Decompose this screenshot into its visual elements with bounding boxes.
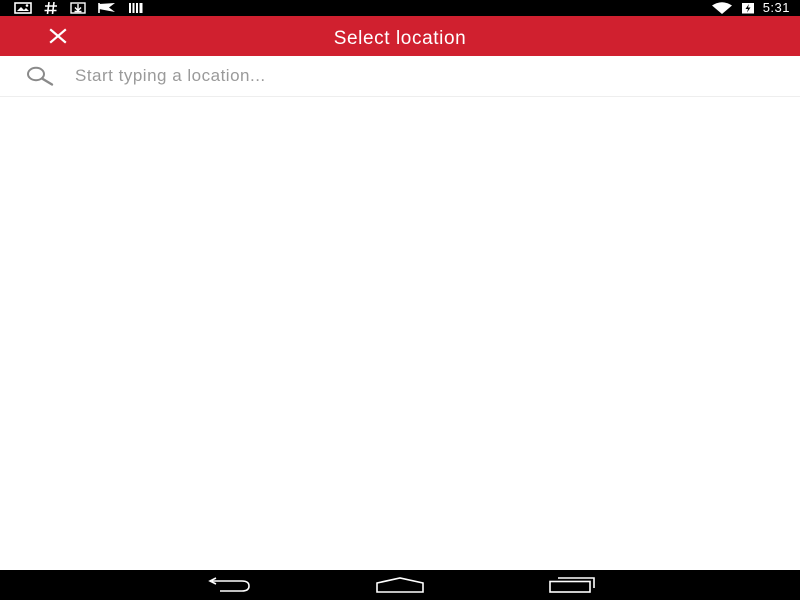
flag-notification-icon <box>98 3 115 13</box>
home-icon <box>376 577 424 593</box>
status-bar: 5:31 <box>0 0 800 16</box>
gallery-notification-icon <box>14 2 32 14</box>
battery-charging-icon <box>741 3 754 14</box>
search-bar <box>0 56 800 97</box>
page-title: Select location <box>333 28 467 49</box>
hash-notification-icon <box>44 2 57 14</box>
search-icon <box>27 66 54 86</box>
navigation-bar <box>0 570 800 600</box>
recents-button[interactable] <box>540 570 604 600</box>
download-notification-icon <box>70 2 86 14</box>
back-button[interactable] <box>196 570 260 600</box>
status-bar-notifications <box>14 0 144 16</box>
wifi-icon <box>711 2 732 14</box>
app-bar: Select location <box>0 16 800 56</box>
status-clock: 5:31 <box>762 0 790 15</box>
results-area <box>0 97 800 570</box>
home-button[interactable] <box>368 570 432 600</box>
search-input[interactable] <box>75 62 775 90</box>
close-button[interactable] <box>38 16 78 56</box>
barcode-notification-icon <box>129 3 143 13</box>
status-bar-system: 5:31 <box>711 0 790 16</box>
recents-icon <box>549 577 595 593</box>
back-icon <box>208 577 250 592</box>
close-icon <box>49 28 67 44</box>
